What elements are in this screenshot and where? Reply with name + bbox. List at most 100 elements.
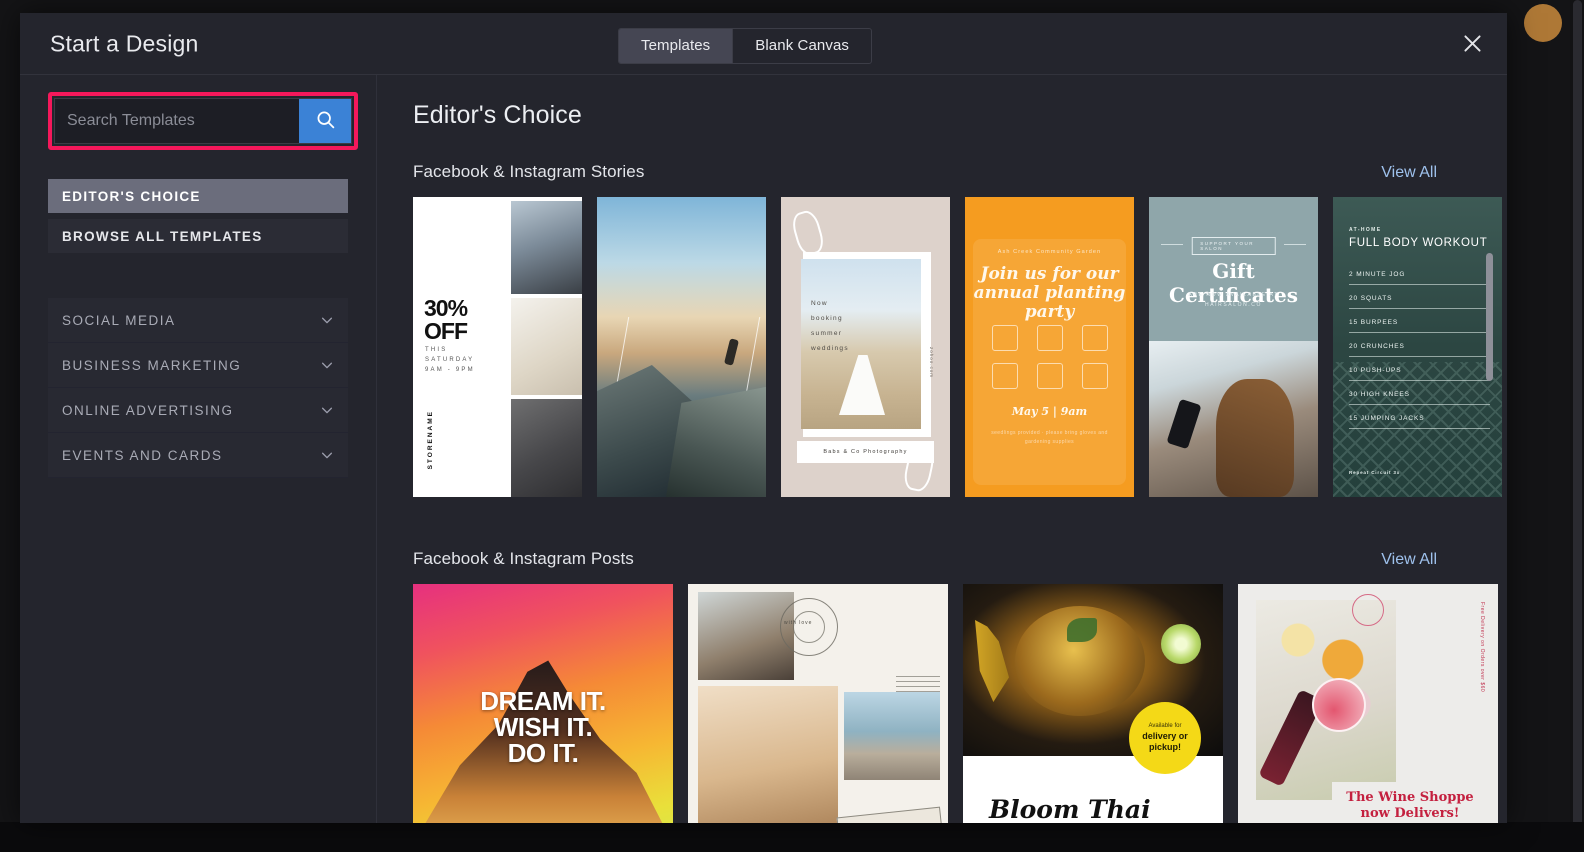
sidebar-item-browse-all-templates[interactable]: BROWSE ALL TEMPLATES [48,219,348,253]
template-headline: Now booking summer weddings [811,300,849,352]
plants-icon [991,325,1018,351]
template-kicker: Ash Creek Community Garden [997,249,1102,255]
template-thumbnail [597,197,766,497]
chevron-down-icon [320,403,334,417]
postmark-inner-icon [793,611,825,643]
tab-blank-canvas[interactable]: Blank Canvas [732,29,871,63]
page-scrollbar[interactable] [1573,0,1582,852]
sidebar-item-label: BROWSE ALL TEMPLATES [62,228,263,244]
sidebar-item-business-marketing[interactable]: BUSINESS MARKETING [48,343,348,388]
template-card-30-percent-off[interactable]: 30% OFF THIS SATURDAY 9AM - 9PM STORENAM… [413,197,582,497]
template-headline: FULL BODY WORKOUT [1349,237,1488,249]
list-item: 2 MINUTE JOG [1349,271,1490,285]
close-icon[interactable] [1455,27,1489,61]
start-a-design-modal: Start a Design Templates Blank Canvas Se… [20,13,1507,823]
tab-templates[interactable]: Templates [619,29,733,63]
template-card-planting-party[interactable]: Ash Creek Community Garden Join us for o… [965,197,1134,497]
template-thumbnail: Available for delivery or pickup! Bloom … [963,584,1223,823]
template-thumbnail: Free Delivery on Orders over $60 The Win… [1238,584,1498,823]
sidebar-item-label: ONLINE ADVERTISING [62,402,234,418]
trowel-icon [1036,363,1063,389]
content-heading: Editor's Choice [413,101,582,129]
content-scrollbar-track[interactable] [1486,145,1493,823]
templates-content-area: Editor's Choice Facebook & Instagram Sto… [377,75,1507,823]
template-row-posts: DREAM IT. WISH IT. DO IT. with love Avai… [413,584,1507,823]
avatar[interactable] [1524,4,1562,42]
workout-list: 2 MINUTE JOG 20 SQUATS 15 BURPEES 20 CRU… [1349,271,1490,439]
section-title: Facebook & Instagram Stories [413,162,645,181]
badge-line-2: delivery or pickup! [1142,730,1188,752]
sidebar-category-groups: SOCIAL MEDIA BUSINESS MARKETING ONLINE A… [48,298,348,478]
sidebar-item-online-advertising[interactable]: ONLINE ADVERTISING [48,388,348,433]
decorative-circle-icon [1352,594,1384,626]
chevron-down-icon [320,313,334,327]
list-item: 15 JUMPING JACKS [1349,415,1490,429]
template-row-stories: 30% OFF THIS SATURDAY 9AM - 9PM STORENAM… [413,197,1507,497]
template-thumbnail: 30% OFF THIS SATURDAY 9AM - 9PM STORENAM… [413,197,582,497]
template-headline: Join us for our annual planting party [973,264,1126,323]
list-item: 10 PUSH-UPS [1349,367,1490,381]
sidebar-item-events-and-cards[interactable]: EVENTS AND CARDS [48,433,348,478]
list-item: 15 BURPEES [1349,319,1490,333]
sidebar-primary-nav: EDITOR'S CHOICE BROWSE ALL TEMPLATES [48,179,348,253]
template-thumbnail: DREAM IT. WISH IT. DO IT. [413,584,673,823]
modal-body: EDITOR'S CHOICE BROWSE ALL TEMPLATES SOC… [20,75,1507,823]
chevron-down-icon [320,358,334,372]
search-row [54,98,352,144]
search-input[interactable] [55,99,299,143]
page-bottom-bar [0,822,1584,852]
template-note: seedlings provided · please bring gloves… [991,430,1108,445]
list-item: 20 CRUNCHES [1349,343,1490,357]
template-card-travel-collage[interactable]: with love [688,584,948,823]
template-thumbnail: with love [688,584,948,823]
template-footer: Repeat Circuit 3x [1349,470,1401,475]
template-brand: Babs & Co Photography [823,449,908,455]
template-thumbnail: Now booking summer weddings zohoo.com Ba… [781,197,950,497]
tools-icon [1081,325,1108,351]
view-all-posts-link[interactable]: View All [1381,551,1437,569]
template-thumbnail: Ash Creek Community Garden Join us for o… [965,197,1134,497]
template-headline: 30% OFF [424,295,468,344]
template-headline: with love [784,620,813,626]
search-icon [315,109,336,133]
template-subtext: THIS SATURDAY 9AM - 9PM [425,347,475,374]
garden-icons [985,325,1114,389]
page-title: Start a Design [50,30,199,56]
template-thumbnail: AT-HOME FULL BODY WORKOUT 2 MINUTE JOG 2… [1333,197,1502,497]
content-scrollbar-thumb[interactable] [1486,253,1493,381]
template-headline: DREAM IT. WISH IT. DO IT. [480,686,606,768]
view-all-stories-link[interactable]: View All [1381,164,1437,182]
template-brand: STORENAME [427,409,434,469]
postmark-wave-icon [896,676,940,692]
seed-tray-icon [1081,363,1108,389]
template-kicker: SUPPORT YOUR SALON [1191,237,1276,255]
section-title: Facebook & Instagram Posts [413,549,634,568]
template-kicker: AT-HOME [1349,227,1382,233]
template-card-full-body-workout[interactable]: AT-HOME FULL BODY WORKOUT 2 MINUTE JOG 2… [1333,197,1502,497]
template-card-gift-certificates[interactable]: SUPPORT YOUR SALON Gift Certificates ARE… [1149,197,1318,497]
modal-header: Start a Design Templates Blank Canvas [20,13,1507,75]
chevron-down-icon [320,448,334,462]
sidebar-item-label: BUSINESS MARKETING [62,357,242,373]
template-card-bloom-thai[interactable]: Available for delivery or pickup! Bloom … [963,584,1223,823]
template-card-cliff-handstand[interactable] [597,197,766,497]
template-card-wine-shoppe[interactable]: Free Delivery on Orders over $60 The Win… [1238,584,1498,823]
template-subtext: ARE NOW AVAILABLE AT HAIRSALON.CO [1188,292,1279,308]
sidebar-item-editors-choice[interactable]: EDITOR'S CHOICE [48,179,348,213]
sidebar: EDITOR'S CHOICE BROWSE ALL TEMPLATES SOC… [20,75,377,823]
list-item: 30 HIGH KNEES [1349,391,1490,405]
status-badge: Available for delivery or pickup! [1129,702,1201,774]
template-note: Free Delivery on Orders over $60 [1479,602,1485,693]
template-headline: Bloom Thai [989,795,1151,823]
badge-line-1: Available for [1148,723,1182,729]
search-templates-container [48,92,358,150]
search-button[interactable] [299,99,351,143]
sidebar-item-label: EVENTS AND CARDS [62,447,223,463]
list-item: 20 SQUATS [1349,295,1490,309]
sidebar-item-social-media[interactable]: SOCIAL MEDIA [48,298,348,343]
sidebar-item-label: SOCIAL MEDIA [62,312,176,328]
template-card-dream-it[interactable]: DREAM IT. WISH IT. DO IT. [413,584,673,823]
pot-icon [1036,325,1063,351]
template-headline: The Wine Shoppe now Delivers! [1332,781,1488,823]
template-card-summer-weddings[interactable]: Now booking summer weddings zohoo.com Ba… [781,197,950,497]
